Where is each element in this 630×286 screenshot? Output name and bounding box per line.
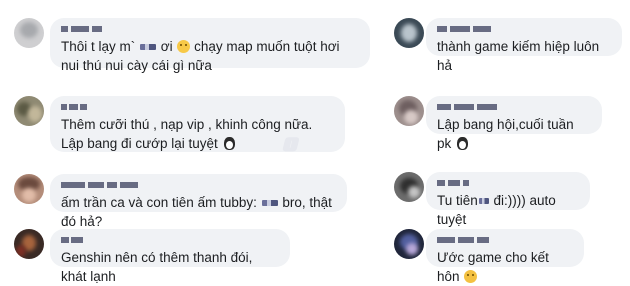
comment-bubble: Lập bang hội,cuối tuần pk [426, 96, 602, 151]
avatar[interactable] [394, 172, 424, 202]
watermark-logo: 🅸 [282, 136, 299, 154]
comment-bubble: Ước game cho kết hôn [426, 229, 584, 284]
redacted-username[interactable] [61, 25, 359, 34]
avatar[interactable] [14, 229, 44, 259]
comment-text: Genshin nên có thêm thanh đói, khát lạnh [61, 250, 257, 284]
pixelated-sticker [261, 200, 278, 207]
smile-emoji-icon [177, 40, 191, 53]
avatar[interactable] [14, 18, 44, 48]
avatar[interactable] [394, 18, 424, 48]
redacted-username[interactable] [437, 25, 611, 34]
redacted-username[interactable] [437, 236, 573, 245]
avatar[interactable] [14, 96, 44, 126]
comment-bubble: Thôi t lạy m` ơi chạy map muốn tuột hơi … [50, 18, 370, 73]
comment-bubble: Tu tiên đi:)))) auto tuyệt [426, 172, 590, 227]
penguin-emoji-icon [457, 137, 469, 150]
comment-text: Lập bang hội,cuối tuần pk [437, 117, 578, 151]
pixelated-sticker [140, 44, 157, 51]
redacted-username[interactable] [61, 236, 279, 245]
avatar[interactable] [394, 96, 424, 126]
redacted-username[interactable] [61, 181, 336, 190]
comment-bubble: Genshin nên có thêm thanh đói, khát lạnh [50, 229, 290, 284]
comment-bubble: ấm trần ca và con tiên ấm tubby: bro, th… [50, 174, 347, 229]
avatar[interactable] [14, 174, 44, 204]
comment-text: Ước game cho kết hôn [437, 250, 553, 284]
comment-text: thành game kiếm hiệp luôn hả [437, 39, 603, 73]
redacted-username[interactable] [61, 103, 334, 112]
avatar[interactable] [394, 229, 424, 259]
comment-text: Tu tiên đi:)))) auto tuyệt [437, 193, 560, 227]
comment-text: Thôi t lạy m` ơi chạy map muốn tuột hơi … [61, 39, 344, 73]
redacted-username[interactable] [437, 103, 591, 112]
penguin-emoji-icon [223, 137, 235, 150]
comment-bubble: Thêm cưỡi thú , nạp vip , khinh công nữa… [50, 96, 345, 152]
redacted-username[interactable] [437, 179, 579, 188]
comment-bubble: thành game kiếm hiệp luôn hả [426, 18, 622, 73]
smile-emoji-icon [464, 270, 478, 283]
comment-text: ấm trần ca và con tiên ấm tubby: bro, th… [61, 195, 336, 229]
pixelated-sticker [478, 198, 489, 205]
